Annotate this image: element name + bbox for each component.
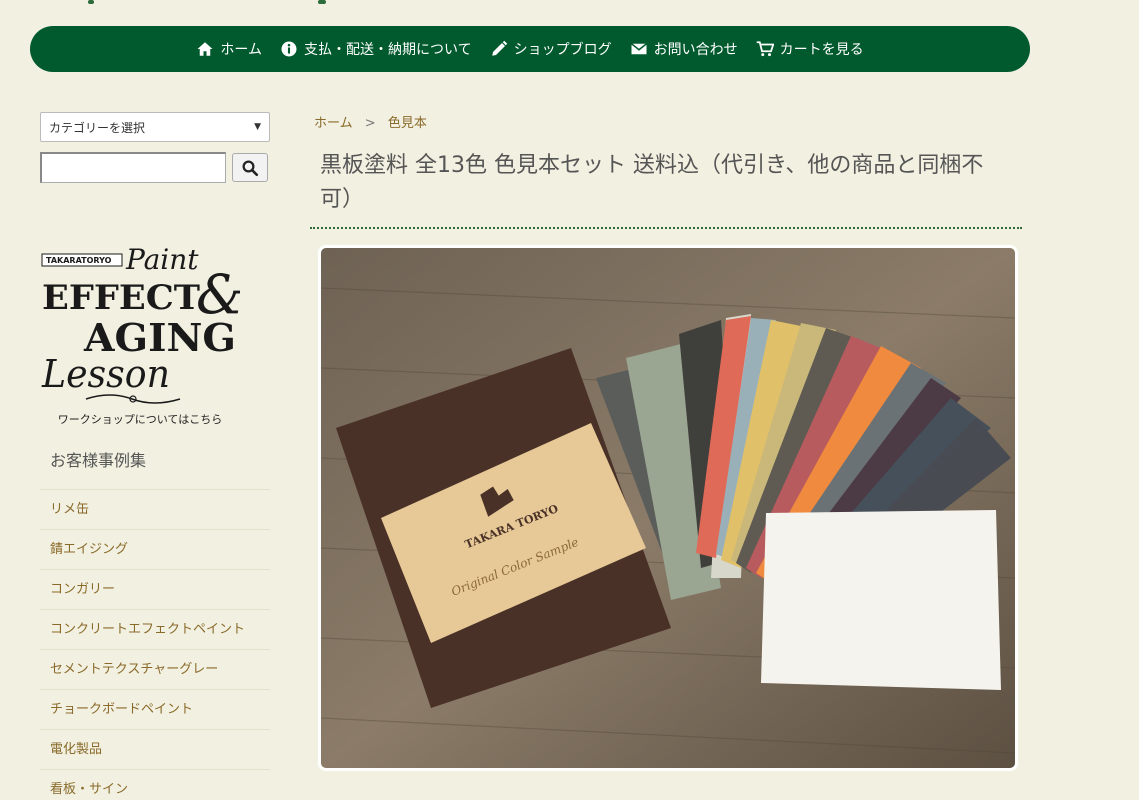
color-sample-photo: TAKARA TORYO Original Color Sample — [321, 248, 1015, 768]
header-logo-remnant — [80, 0, 340, 6]
category-select-value: カテゴリーを選択 — [49, 120, 146, 135]
breadcrumb: ホーム > 色見本 — [310, 112, 1022, 131]
product-title: 黒板塗料 全13色 色見本セット 送料込（代引き、他の商品と同梱不可） — [320, 153, 984, 212]
product-image[interactable]: TAKARA TORYO Original Color Sample — [318, 245, 1018, 771]
nav-home[interactable]: ホーム — [196, 39, 262, 59]
main-content: ホーム > 色見本 黒板塗料 全13色 色見本セット 送料込（代引き、他の商品と… — [310, 100, 1022, 771]
category-item[interactable]: コンガリー — [40, 570, 270, 610]
svg-text:EFFECT: EFFECT — [42, 278, 200, 318]
chevron-down-icon: ▼ — [254, 122, 261, 132]
svg-text:TAKARATORYO: TAKARATORYO — [46, 256, 112, 265]
global-nav: ホーム 支払・配送・納期について ショップブログ お問い合わせ カートを見る — [30, 26, 1030, 72]
category-item[interactable]: 看板・サイン — [40, 770, 270, 800]
title-divider — [310, 227, 1022, 229]
nav-cart-label: カートを見る — [779, 42, 864, 58]
pencil-icon — [491, 40, 507, 56]
nav-payment[interactable]: 支払・配送・納期について — [280, 39, 472, 59]
category-item[interactable]: チョークボードペイント — [40, 690, 270, 730]
nav-contact[interactable]: お問い合わせ — [630, 39, 738, 59]
search-input[interactable] — [40, 152, 226, 183]
category-item[interactable]: コンクリートエフェクトペイント — [40, 610, 270, 650]
nav-cart[interactable]: カートを見る — [756, 39, 864, 59]
nav-home-label: ホーム — [220, 42, 262, 58]
category-item[interactable]: セメントテクスチャーグレー — [40, 650, 270, 690]
nav-payment-label: 支払・配送・納期について — [304, 42, 472, 58]
info-icon — [281, 41, 297, 57]
cart-icon — [756, 41, 774, 57]
nav-blog[interactable]: ショップブログ — [490, 39, 612, 59]
aging-lesson-logo: TAKARATORYO Paint EFFECT & AGING Lesson — [41, 243, 244, 404]
section-title-customer-cases: お客様事例集 — [50, 451, 147, 470]
category-item[interactable]: 錆エイジング — [40, 530, 270, 570]
nav-blog-label: ショップブログ — [513, 42, 612, 58]
category-select[interactable]: カテゴリーを選択 ▼ — [40, 112, 270, 142]
home-icon — [197, 42, 213, 56]
breadcrumb-separator: > — [364, 116, 376, 131]
mail-icon — [630, 43, 647, 55]
svg-text:Lesson: Lesson — [41, 352, 170, 396]
sidebar: カテゴリーを選択 ▼ TAKARATORYO Paint EFFECT & AG… — [40, 112, 270, 800]
nav-contact-label: お問い合わせ — [653, 42, 738, 58]
search-row — [40, 152, 270, 183]
breadcrumb-current[interactable]: 色見本 — [388, 116, 427, 131]
workshop-banner[interactable]: TAKARATORYO Paint EFFECT & AGING Lesson … — [40, 239, 244, 429]
svg-text:Paint: Paint — [125, 243, 199, 276]
white-chip — [761, 510, 1001, 690]
breadcrumb-home[interactable]: ホーム — [314, 116, 353, 131]
search-button[interactable] — [232, 153, 268, 182]
category-item[interactable]: 電化製品 — [40, 730, 270, 770]
banner-caption: ワークショップについてはこちら — [57, 413, 223, 426]
category-list: リメ缶 錆エイジング コンガリー コンクリートエフェクトペイント セメントテクス… — [40, 489, 270, 800]
search-icon — [242, 160, 259, 176]
category-item[interactable]: リメ缶 — [40, 490, 270, 530]
